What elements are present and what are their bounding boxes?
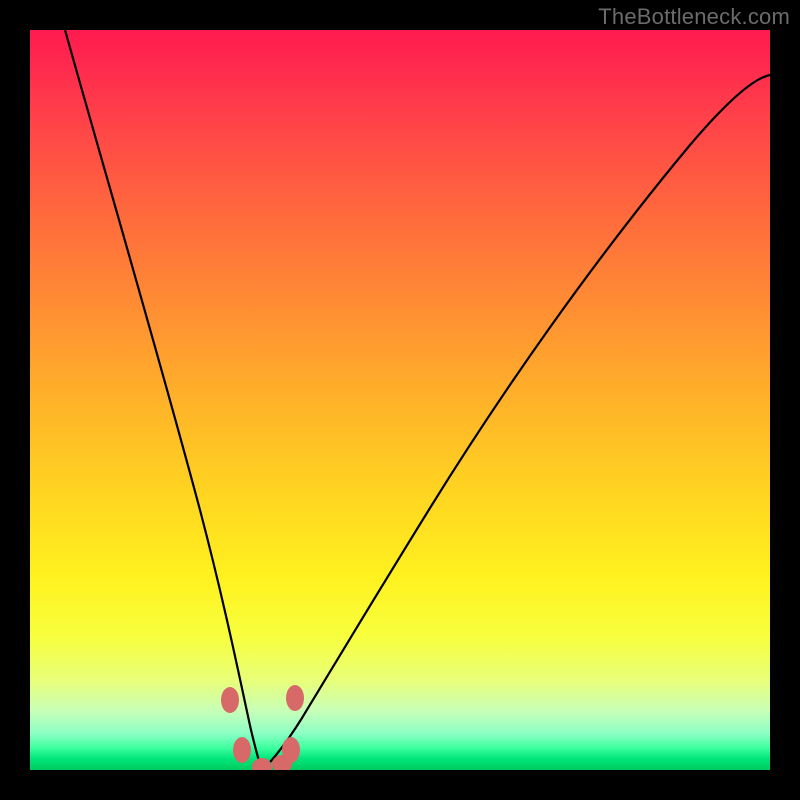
right-branch-curve [262,75,770,770]
marker-dot [221,687,239,713]
marker-dot [282,737,300,763]
watermark-text: TheBottleneck.com [598,4,790,30]
marker-dot [233,737,251,763]
left-branch-curve [65,30,262,770]
curve-layer [30,30,770,770]
outer-frame: TheBottleneck.com [0,0,800,800]
plot-area [30,30,770,770]
marker-dot [252,758,272,770]
marker-dot [286,685,304,711]
